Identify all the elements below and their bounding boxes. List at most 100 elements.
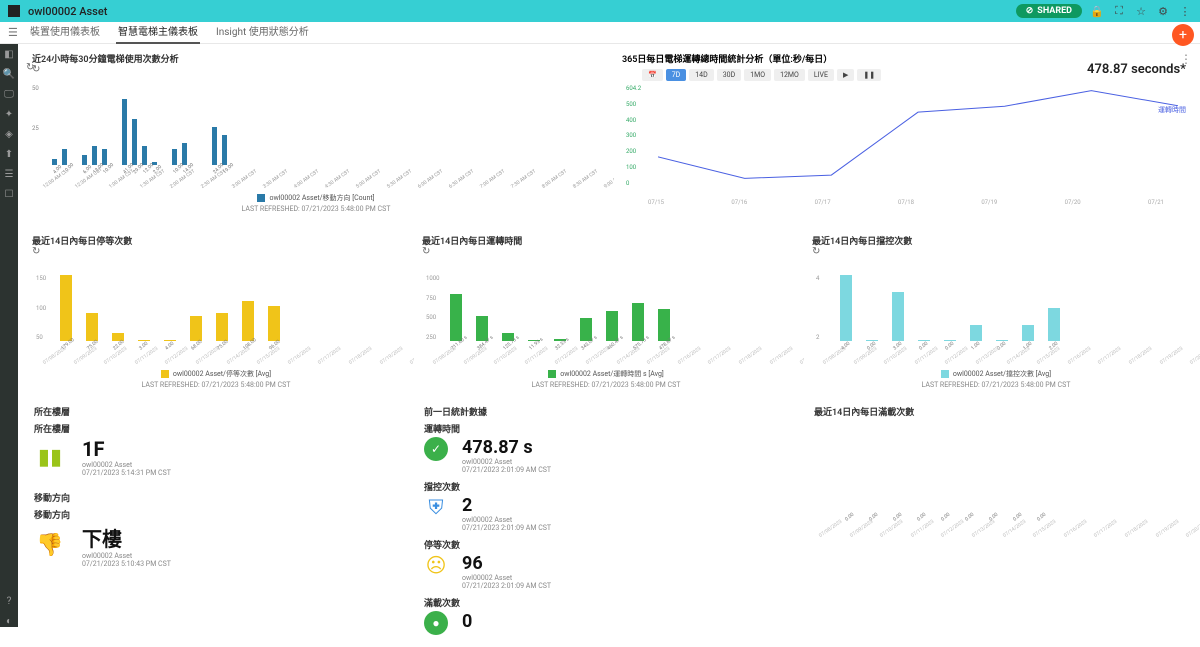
bar: [82, 155, 87, 165]
nav-help-icon[interactable]: ?: [3, 595, 15, 607]
check-icon: ●: [424, 611, 448, 635]
refresh-icon[interactable]: ↻: [26, 62, 34, 73]
range-1mo[interactable]: 1MO: [744, 69, 771, 81]
xtick: 07/15: [648, 199, 664, 206]
xtick: 07/19/2023: [1155, 519, 1180, 539]
bar-value: 32.33 s: [554, 339, 567, 351]
xtick: 7:00 AM CST: [479, 168, 506, 190]
bar: [190, 316, 202, 341]
line-xaxis: 07/1507/1607/1707/1807/1907/2007/21: [648, 199, 1164, 206]
ytick: 400: [626, 117, 641, 124]
tab-elevator-dashboard[interactable]: 智慧電梯主儀表板: [116, 22, 200, 44]
toc-icon[interactable]: ☰: [8, 26, 18, 39]
bar-value: 0.00: [944, 339, 957, 351]
person-icon: ⛨: [424, 495, 448, 519]
xtick: 07/21: [1148, 199, 1164, 206]
timestamp: 07/21/2023 2:01:09 AM CST: [462, 524, 551, 532]
bar: [62, 149, 67, 165]
row-daily-metrics: 最近14日內每日停等次數 ↻ 15010050 179.0075.0022.00…: [24, 230, 1198, 393]
bar-value: 0.00: [940, 513, 950, 523]
bar-value: 12.00: [142, 167, 150, 175]
lock-icon[interactable]: 🔒: [1090, 4, 1104, 18]
stat-label: 停等次數: [424, 538, 788, 551]
nav-cube-icon[interactable]: ◧: [3, 48, 15, 60]
timestamp: 07/21/2023 2:01:09 AM CST: [462, 466, 551, 474]
bar-value: 10.00: [172, 167, 180, 175]
ytick: 500: [626, 101, 641, 108]
calendar-icon[interactable]: 📅: [642, 69, 663, 81]
xtick: 07/19: [981, 199, 997, 206]
tab-insight[interactable]: Insight 使用狀態分析: [214, 22, 311, 44]
legend-text: owl00002 Asset/移動方向 [Count]: [269, 193, 374, 203]
ytick: 50: [32, 85, 39, 92]
zero-bars: [814, 442, 1178, 512]
gear-icon[interactable]: ⚙: [1156, 4, 1170, 18]
nav-upload-icon[interactable]: ⬆: [3, 148, 15, 160]
stat-label: 滿載次數: [424, 596, 788, 609]
range-14d[interactable]: 14D: [689, 69, 713, 81]
stat-runtime: 478.87 s: [462, 437, 551, 458]
nav-screen-icon[interactable]: ☐: [3, 188, 15, 200]
xtick: 5:00 AM CST: [355, 168, 382, 190]
more-icon[interactable]: ⋮: [1178, 4, 1192, 18]
xtick: 07/20: [1065, 199, 1081, 206]
xtick: 07/13/2023: [971, 519, 996, 539]
card-more-icon[interactable]: ⋮: [1180, 52, 1192, 66]
nav-db-icon[interactable]: ☰: [3, 168, 15, 180]
shared-badge[interactable]: ⊘ SHARED: [1016, 4, 1082, 18]
bar: [606, 311, 618, 341]
card-daily-block: 最近14日內每日擋控次數 ↻ 42 4.000.003.000.000.001.…: [804, 230, 1188, 393]
xtick: 07/17: [815, 199, 831, 206]
asset-name: owl00002 Asset: [82, 461, 171, 469]
range-7d[interactable]: 7D: [666, 69, 687, 81]
play-icon[interactable]: ▶: [837, 69, 854, 81]
ytick: 25: [32, 125, 39, 132]
bar: [242, 301, 254, 341]
fullscreen-icon[interactable]: ⛶: [1112, 4, 1126, 18]
card-title: 最近14日內每日擋控次數: [812, 234, 1180, 247]
line-svg: [658, 85, 1178, 185]
bar: [450, 294, 462, 341]
topbar: owl00002 Asset ⊘ SHARED 🔒 ⛶ ☆ ⚙ ⋮: [0, 0, 1200, 22]
legend-dot: [257, 194, 265, 202]
floor-value: 1F: [82, 437, 171, 461]
bar: [632, 303, 644, 341]
bar-value: 343.07 s: [580, 339, 593, 351]
last-refreshed: LAST REFRESHED: 07/21/2023 5:48:00 PM CS…: [32, 205, 600, 213]
fab-add[interactable]: +: [1172, 24, 1194, 46]
card-title-2: 移動方向: [34, 491, 398, 504]
card-title: 所在樓層: [34, 405, 398, 418]
range-live[interactable]: LIVE: [808, 69, 834, 81]
ytick: 300: [626, 132, 641, 139]
bar-value: 0.00: [964, 513, 974, 523]
tab-device-usage[interactable]: 裝置使用儀表板: [28, 22, 102, 44]
card-title: 最近14日內每日停等次數: [32, 234, 400, 247]
bar: [1022, 325, 1034, 342]
nav-settings-icon[interactable]: ✦: [3, 108, 15, 120]
range-12mo[interactable]: 12MO: [774, 69, 805, 81]
stat-block-count: 2: [462, 495, 551, 516]
bar: [86, 313, 98, 341]
legend-text: owl00002 Asset/擋控次數 [Avg]: [953, 369, 1051, 379]
timestamp: 07/21/2023 5:10:43 PM CST: [82, 560, 171, 568]
legend-dot: [161, 370, 169, 378]
star-icon[interactable]: ☆: [1134, 4, 1148, 18]
nav-user-icon[interactable]: ◐: [3, 615, 15, 627]
stat-full-count: 0: [462, 611, 472, 632]
ytick: 100: [626, 164, 641, 171]
bar-value: [72, 167, 80, 175]
xtick: 07/20/2023: [1185, 519, 1200, 539]
nav-monitor-icon[interactable]: 🖵: [3, 88, 15, 100]
ytick: 200: [626, 148, 641, 155]
range-30d[interactable]: 30D: [717, 69, 741, 81]
ytick: 0: [626, 180, 641, 187]
bars: 15010050: [32, 249, 400, 341]
legend-dot: [548, 370, 556, 378]
pause-icon[interactable]: ❚❚: [857, 69, 881, 81]
nav-search-icon[interactable]: 🔍: [3, 68, 15, 80]
bar: [970, 325, 982, 342]
nav-layers-icon[interactable]: ◈: [3, 128, 15, 140]
dashboard-grid: 近24小時每30分鐘電梯使用次數分析 ↻ 50 25 4.0010.006.00…: [18, 44, 1200, 627]
sad-face-icon: ☹: [424, 553, 448, 577]
xtick: 7:30 AM CST: [510, 168, 537, 190]
